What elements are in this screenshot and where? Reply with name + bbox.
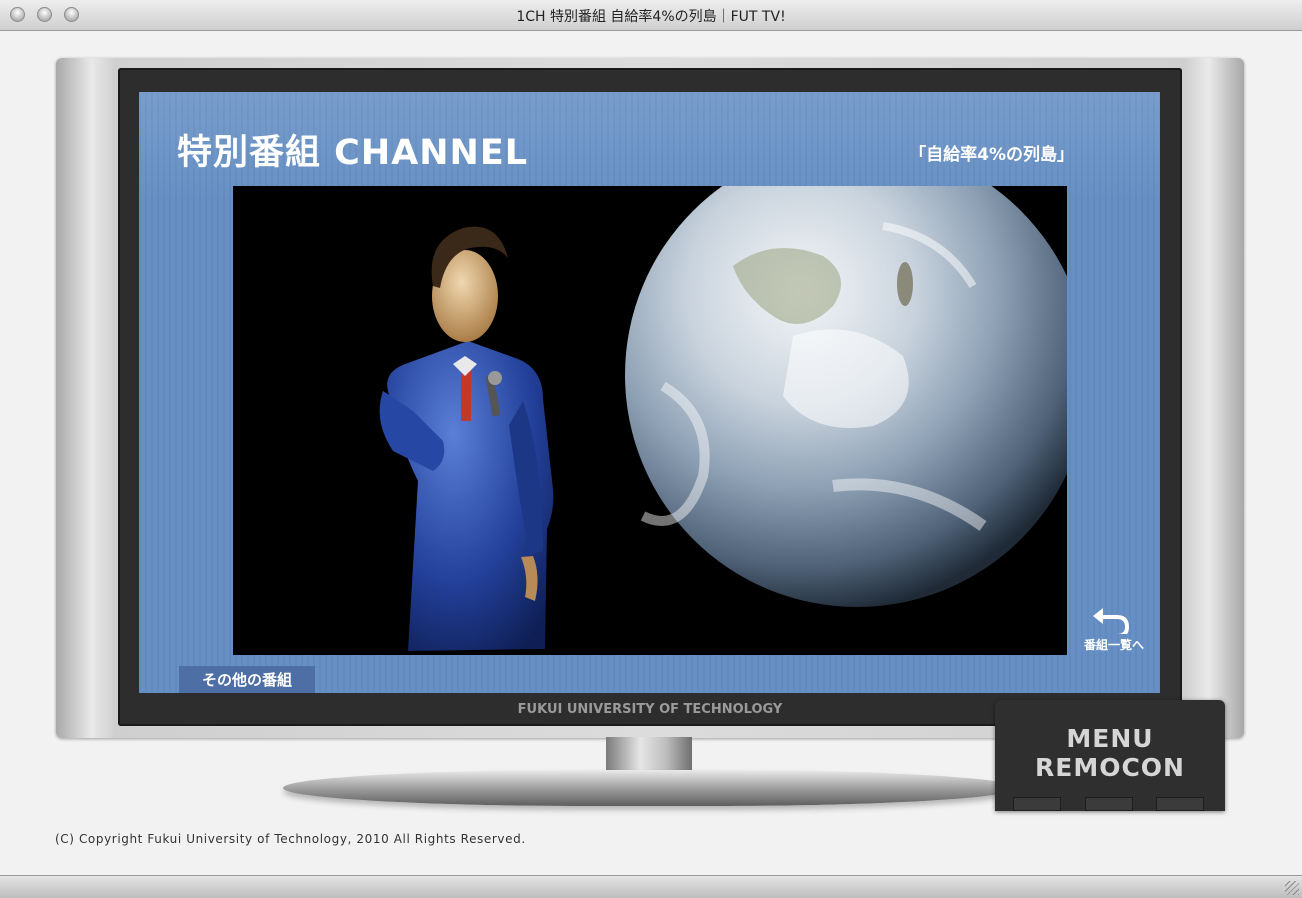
return-arrow-icon bbox=[1093, 608, 1129, 638]
tv-stand-base bbox=[283, 770, 1018, 806]
tv-screen: 特別番組 CHANNEL 「自給率4%の列島」 番組一覧へ その他の番組 bbox=[139, 92, 1160, 693]
resize-grip-icon[interactable] bbox=[1285, 881, 1299, 895]
remocon-key bbox=[1085, 797, 1133, 811]
window-title: 1CH 特別番組 自給率4%の列島｜FUT TV! bbox=[516, 9, 786, 25]
copyright-text: (C) Copyright Fukui University of Techno… bbox=[55, 832, 526, 846]
channel-title: 特別番組 CHANNEL bbox=[177, 133, 529, 173]
remocon-label-line2: REMOCON bbox=[1035, 753, 1185, 782]
tv-stand-neck bbox=[606, 737, 692, 773]
window-bottombar bbox=[0, 875, 1302, 898]
back-to-list-label: 番組一覧へ bbox=[1083, 638, 1144, 652]
window-titlebar: 1CH 特別番組 自給率4%の列島｜FUT TV! bbox=[0, 0, 1302, 31]
other-programs-button[interactable]: その他の番組 bbox=[179, 666, 315, 693]
back-to-list-button[interactable]: 番組一覧へ bbox=[1077, 598, 1151, 656]
program-subtitle: 「自給率4%の列島」 bbox=[909, 145, 1074, 165]
remocon-label: MENU REMOCON bbox=[995, 724, 1225, 782]
remocon-key bbox=[1156, 797, 1204, 811]
menu-remocon-button[interactable]: MENU REMOCON bbox=[995, 700, 1225, 811]
program-video[interactable] bbox=[233, 186, 1067, 655]
remocon-label-line1: MENU bbox=[1066, 724, 1154, 753]
remocon-key bbox=[1013, 797, 1061, 811]
video-scene bbox=[233, 186, 1067, 655]
